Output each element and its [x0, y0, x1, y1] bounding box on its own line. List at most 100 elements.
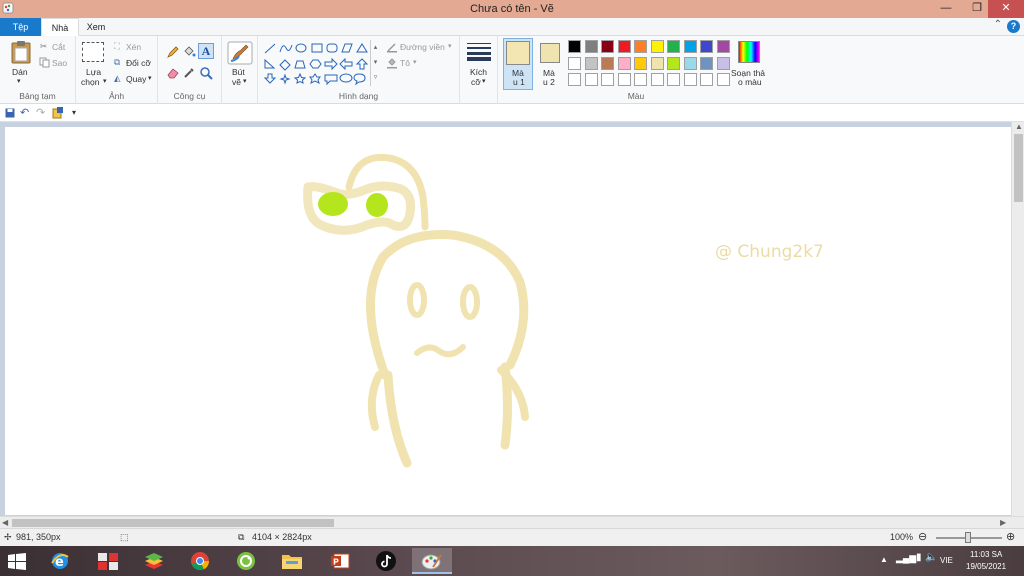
palette-color-swatch[interactable]	[700, 56, 713, 70]
tab-view[interactable]: Xem	[79, 18, 113, 36]
zoom-in-button[interactable]: ⊕	[1006, 530, 1015, 543]
taskbar-paint[interactable]	[412, 548, 452, 574]
palette-color-swatch[interactable]	[650, 40, 664, 53]
taskbar-chrome[interactable]	[180, 548, 220, 574]
pencil-icon[interactable]	[166, 45, 180, 59]
size-icon[interactable]	[467, 42, 491, 62]
network-icon[interactable]: ▂▄▆	[896, 553, 916, 564]
drawing-canvas[interactable]: @ Chung2k7	[5, 127, 1011, 515]
custom-color-slot[interactable]	[617, 73, 631, 86]
select-button[interactable]: chọn	[81, 77, 99, 87]
magnifier-icon[interactable]	[199, 66, 213, 80]
palette-color-swatch[interactable]	[700, 40, 713, 53]
palette-color-swatch[interactable]	[683, 40, 697, 53]
palette-color-swatch[interactable]	[584, 56, 598, 70]
windows-start-icon[interactable]	[8, 553, 26, 570]
custom-color-slot[interactable]	[601, 73, 614, 86]
vertical-scroll-thumb[interactable]	[1014, 134, 1023, 202]
custom-color-slot[interactable]	[650, 73, 664, 86]
collapse-ribbon-icon[interactable]: ⌃	[994, 19, 1002, 30]
tab-home[interactable]: Nhà	[41, 18, 79, 36]
palette-color-swatch[interactable]	[716, 56, 730, 70]
zoom-slider-thumb[interactable]	[965, 532, 971, 543]
undo-icon[interactable]: ↶	[20, 106, 29, 119]
save-icon[interactable]	[5, 108, 15, 118]
paste-dropdown-icon[interactable]: ▾	[17, 77, 21, 85]
eraser-icon[interactable]	[166, 66, 180, 80]
custom-color-slot[interactable]	[716, 73, 730, 86]
language-indicator[interactable]: VIE	[940, 556, 953, 565]
select-icon[interactable]	[82, 42, 104, 62]
palette-color-swatch[interactable]	[617, 56, 631, 70]
close-button[interactable]: ✕	[988, 0, 1024, 18]
taskbar-app-2[interactable]	[88, 548, 128, 574]
palette-color-swatch[interactable]	[584, 40, 598, 53]
scroll-up-icon[interactable]: ▲	[1015, 122, 1023, 131]
qat-dropdown-icon[interactable]: ▾	[72, 108, 76, 117]
paste-button[interactable]: Dán	[12, 67, 28, 77]
size-button[interactable]: cỡ	[471, 77, 481, 87]
custom-color-slot[interactable]	[700, 73, 713, 86]
color-picker-icon[interactable]	[182, 66, 196, 80]
palette-color-swatch[interactable]	[716, 40, 730, 53]
taskbar-file-explorer[interactable]	[272, 548, 312, 574]
redo-icon[interactable]: ↷	[36, 106, 45, 119]
palette-color-swatch[interactable]	[568, 56, 581, 70]
custom-color-slot[interactable]	[584, 73, 598, 86]
help-icon[interactable]: ?	[1007, 20, 1020, 33]
palette-color-swatch[interactable]	[634, 56, 647, 70]
custom-color-slot[interactable]	[667, 73, 680, 86]
scroll-right-icon[interactable]: ▶	[1000, 518, 1006, 527]
palette-color-swatch[interactable]	[601, 40, 614, 53]
brushes-dropdown-icon[interactable]: ▾	[243, 77, 247, 85]
customize-qat-icon[interactable]	[52, 107, 64, 119]
fill-bucket-icon[interactable]	[182, 45, 196, 59]
shapes-gallery[interactable]	[262, 40, 382, 86]
taskbar-tiktok[interactable]	[366, 548, 406, 574]
custom-color-slot[interactable]	[634, 73, 647, 86]
palette-color-swatch[interactable]	[568, 40, 581, 53]
taskbar-coccoc[interactable]	[226, 548, 266, 574]
copy-button[interactable]: Sao	[52, 58, 67, 68]
rotate-button[interactable]: Quay	[126, 74, 146, 84]
brushes-button[interactable]: vẽ	[232, 77, 241, 87]
maximize-button[interactable]: ❐	[965, 0, 989, 18]
clock-time[interactable]: 11:03 SA	[970, 550, 1002, 559]
taskbar-ie[interactable]: e	[40, 548, 80, 574]
fill-button[interactable]: Tô	[400, 58, 410, 68]
brush-icon[interactable]	[227, 41, 253, 65]
palette-color-swatch[interactable]	[683, 56, 697, 70]
outline-dropdown-icon[interactable]: ▾	[448, 42, 452, 50]
resize-button[interactable]: Đổi cỡ	[126, 58, 151, 68]
color2-swatch[interactable]	[540, 43, 560, 63]
palette-color-swatch[interactable]	[667, 56, 680, 70]
show-hidden-icons[interactable]: ▲	[880, 555, 888, 564]
horizontal-scroll-thumb[interactable]	[12, 519, 334, 527]
palette-color-swatch[interactable]	[667, 40, 680, 53]
select-dropdown-icon[interactable]: ▾	[103, 77, 107, 85]
palette-color-swatch[interactable]	[634, 40, 647, 53]
taskbar-powerpoint[interactable]: P	[320, 548, 360, 574]
crop-button[interactable]: Xén	[126, 42, 141, 52]
paste-icon[interactable]	[10, 40, 32, 64]
custom-color-slot[interactable]	[568, 73, 581, 86]
edit-colors-icon[interactable]	[738, 41, 760, 63]
cut-button[interactable]: Cắt	[52, 42, 65, 52]
clock-date[interactable]: 19/05/2021	[966, 562, 1006, 571]
shapes-scroll[interactable]: ▴ ▾ ▿	[370, 40, 380, 86]
custom-color-slot[interactable]	[683, 73, 697, 86]
rotate-dropdown-icon[interactable]: ▾	[148, 74, 152, 82]
palette-color-swatch[interactable]	[601, 56, 614, 70]
palette-color-swatch[interactable]	[617, 40, 631, 53]
vertical-scrollbar[interactable]: ▲	[1011, 122, 1024, 516]
text-tool-icon[interactable]: A	[198, 43, 214, 59]
horizontal-scrollbar[interactable]: ◀ ▶	[0, 516, 1024, 528]
tab-file[interactable]: Tệp	[0, 18, 41, 36]
zoom-out-button[interactable]: ⊖	[918, 530, 927, 543]
battery-icon[interactable]: ▮	[916, 552, 922, 563]
scroll-left-icon[interactable]: ◀	[2, 518, 8, 527]
palette-color-swatch[interactable]	[650, 56, 664, 70]
minimize-button[interactable]: —	[934, 0, 958, 18]
size-dropdown-icon[interactable]: ▾	[482, 77, 486, 85]
fill-dropdown-icon[interactable]: ▾	[413, 58, 417, 66]
